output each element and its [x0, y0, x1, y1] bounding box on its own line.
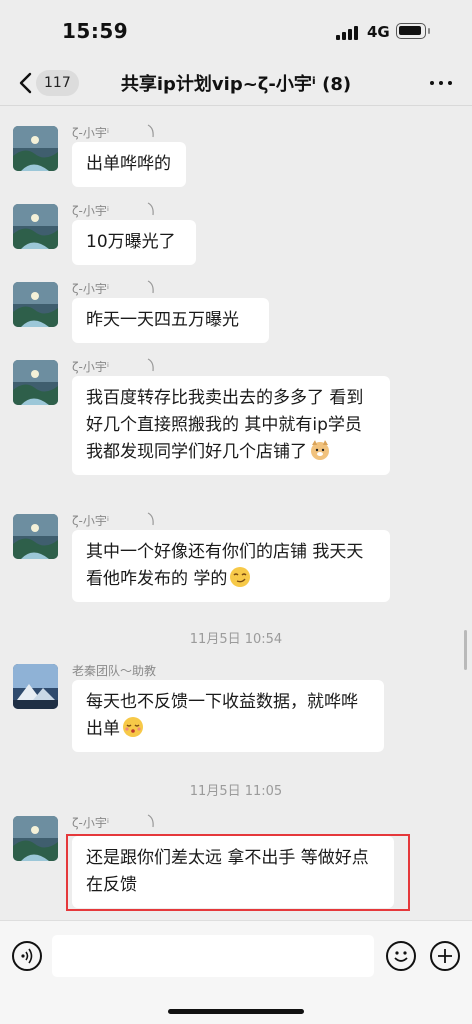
sender-name: ζ-小宇ⁱ [72, 204, 110, 218]
message-bubble[interactable]: 昨天一天四五万曝光 [72, 298, 269, 343]
avatar[interactable] [13, 204, 58, 249]
more-dots-icon[interactable] [428, 72, 454, 94]
voice-icon[interactable] [12, 941, 42, 971]
status-time: 15:59 [62, 19, 129, 43]
sender-badge-icon [147, 512, 154, 526]
status-bar: 15:59 4G [0, 0, 472, 62]
message-text: 10万曝光了 [86, 232, 176, 252]
avatar[interactable] [13, 126, 58, 171]
chat-title: 共享ip计划vip~ζ-小宇ⁱ (8) [120, 74, 352, 95]
message-item: ζ-小宇ⁱ 昨天一天四五万曝光 [0, 280, 472, 343]
battery-tip [428, 28, 430, 34]
message-item: ζ-小宇ⁱ 出单哗哗的 [0, 124, 472, 187]
chat-header: 117 共享ip计划vip~ζ-小宇ⁱ (8) [0, 62, 472, 106]
sender-badge-icon [147, 814, 154, 828]
sender-name: ζ-小宇ⁱ [72, 514, 110, 528]
sender-name: ζ-小宇ⁱ [72, 282, 110, 296]
sender-badge-icon [147, 358, 154, 372]
sender-name: 老秦团队～助教 [72, 664, 157, 678]
avatar[interactable] [13, 816, 58, 861]
avatar[interactable] [13, 282, 58, 327]
message-input[interactable] [52, 935, 374, 977]
message-item: ζ-小宇ⁱ 10万曝光了 [0, 202, 472, 265]
home-indicator[interactable] [168, 1009, 304, 1014]
highlight-box [66, 834, 410, 911]
timestamp: 11月5日 11:05 [189, 784, 283, 799]
avatar[interactable] [13, 360, 58, 405]
message-bubble[interactable]: 我百度转存比我卖出去的多多了 看到好几个直接照搬我的 其中就有ip学员 我都发现… [72, 376, 390, 475]
sender-name: ζ-小宇ⁱ [72, 816, 110, 830]
message-bubble[interactable]: 10万曝光了 [72, 220, 196, 265]
message-bubble[interactable]: 每天也不反馈一下收益数据，就哗哗出单 [72, 680, 384, 752]
scrollbar[interactable] [464, 630, 467, 670]
avatar[interactable] [13, 514, 58, 559]
sender-badge-icon [147, 280, 154, 294]
doge-emoji [311, 440, 329, 460]
whistle-emoji [123, 717, 143, 737]
emoji-icon[interactable] [386, 941, 416, 971]
battery-icon [396, 23, 426, 39]
message-text: 昨天一天四五万曝光 [86, 310, 239, 330]
timestamp: 11月5日 10:54 [189, 632, 283, 647]
message-text: 出单哗哗的 [86, 154, 171, 174]
sender-name: ζ-小宇ⁱ [72, 126, 110, 140]
sender-badge-icon [147, 124, 154, 138]
message-item: 老秦团队～助教 每天也不反馈一下收益数据，就哗哗出单 [0, 664, 472, 754]
message-item: ζ-小宇ⁱ 我百度转存比我卖出去的多多了 看到好几个直接照搬我的 其中就有ip学… [0, 358, 472, 496]
avatar[interactable] [13, 664, 58, 709]
network-label: 4G [367, 23, 390, 41]
message-text: 其中一个好像还有你们的店铺 我天天看他咋发布的 学的 [86, 542, 364, 589]
signal-icon [336, 24, 360, 40]
sender-name: ζ-小宇ⁱ [72, 360, 110, 374]
message-bubble[interactable]: 其中一个好像还有你们的店铺 我天天看他咋发布的 学的 [72, 530, 390, 602]
message-item: ζ-小宇ⁱ 其中一个好像还有你们的店铺 我天天看他咋发布的 学的 [0, 512, 472, 604]
plus-icon[interactable] [430, 941, 460, 971]
sender-badge-icon [147, 202, 154, 216]
message-bubble[interactable]: 出单哗哗的 [72, 142, 186, 187]
smirk-emoji [230, 567, 251, 587]
